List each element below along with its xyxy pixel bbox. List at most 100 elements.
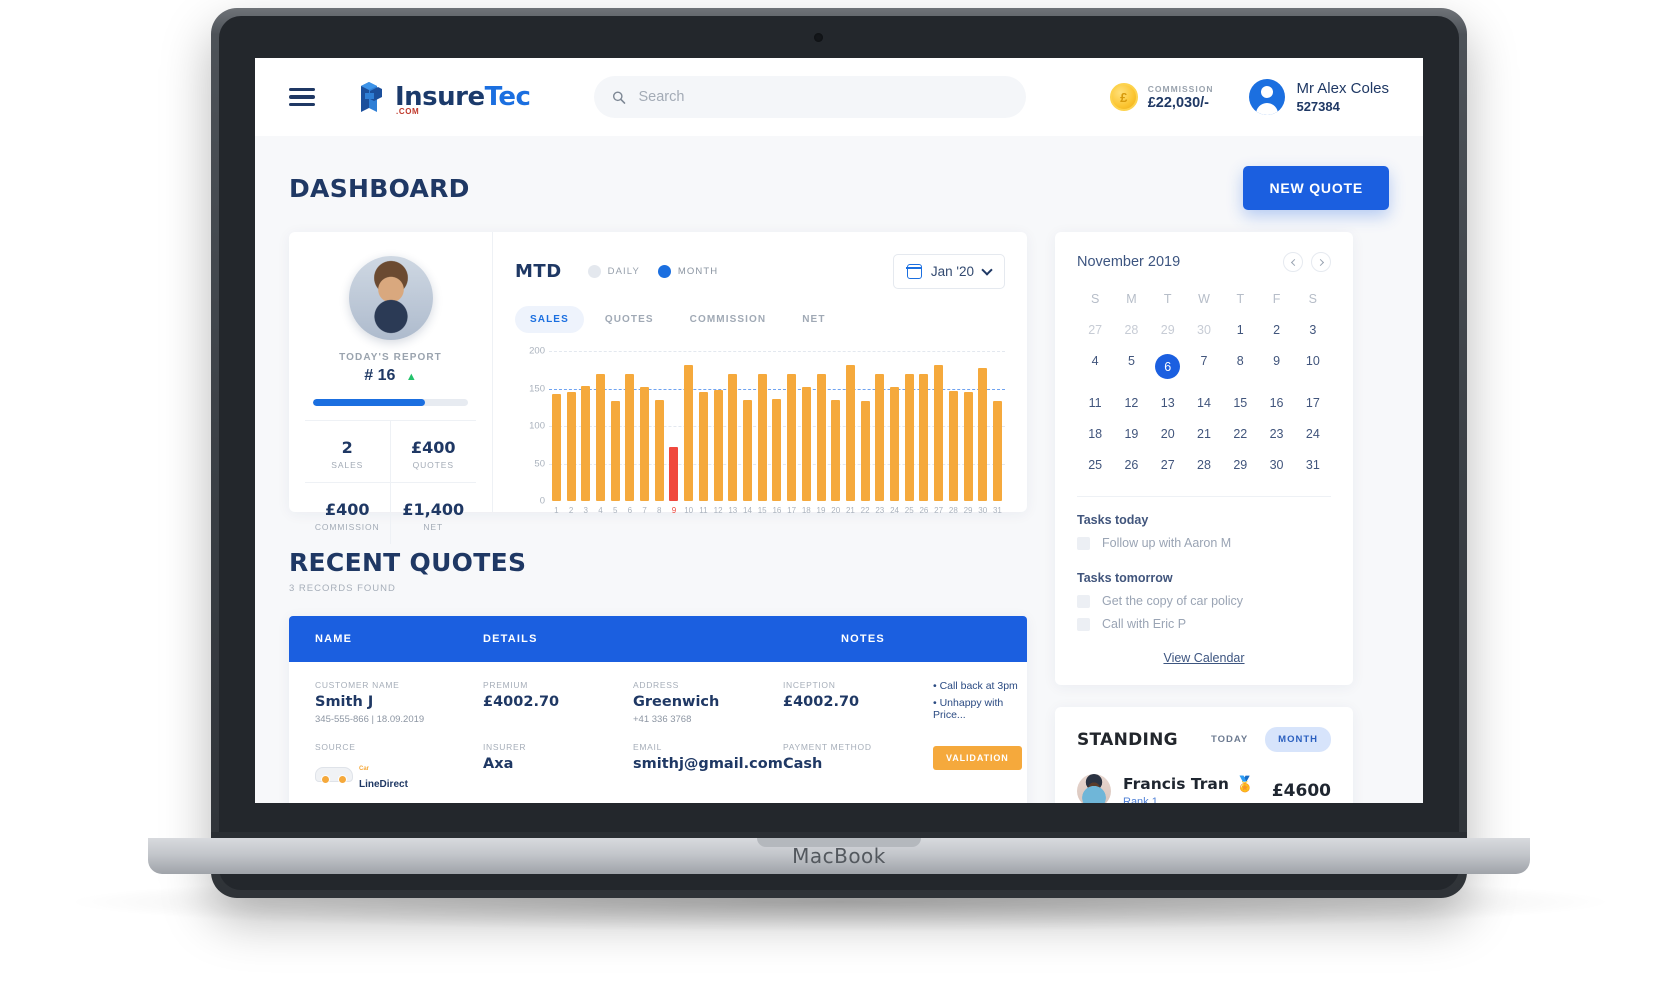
chart-bar[interactable] (640, 387, 650, 501)
chart-bar[interactable] (963, 392, 973, 501)
chart-bar-column[interactable] (667, 351, 682, 501)
chart-bar[interactable] (728, 373, 738, 501)
calendar-day[interactable]: 13 (1150, 392, 1186, 414)
chart-bar-column[interactable] (828, 351, 843, 501)
chart-bar[interactable] (890, 387, 900, 501)
calendar-day[interactable]: 12 (1113, 392, 1149, 414)
user-menu[interactable]: Mr Alex Coles 527384 (1249, 79, 1389, 115)
task-item[interactable]: Call with Eric P (1077, 617, 1331, 631)
chart-bar-column[interactable] (755, 351, 770, 501)
chart-bar[interactable] (742, 399, 752, 501)
calendar-day[interactable]: 18 (1077, 423, 1113, 445)
chart-bar[interactable] (831, 399, 841, 501)
chart-bar[interactable] (698, 391, 708, 501)
calendar-day[interactable]: 28 (1186, 454, 1222, 476)
commission-widget[interactable]: £ COMMISSION £22,030/- (1109, 83, 1214, 111)
calendar-day[interactable]: 31 (1295, 454, 1331, 476)
search-box[interactable] (594, 76, 1027, 118)
new-quote-button[interactable]: NEW QUOTE (1243, 166, 1389, 210)
calendar-day[interactable]: 6 (1150, 350, 1186, 383)
calendar-day[interactable]: 30 (1258, 454, 1294, 476)
chart-bar[interactable] (625, 373, 635, 501)
chart-bar-column[interactable] (784, 351, 799, 501)
chart-bar[interactable] (919, 373, 929, 501)
chart-bar[interactable] (551, 393, 561, 501)
chart-bar-column[interactable] (961, 351, 976, 501)
calendar-day[interactable]: 5 (1113, 350, 1149, 383)
chart-bar[interactable] (595, 374, 605, 501)
chart-bar-column[interactable] (990, 351, 1005, 501)
chart-bar-column[interactable] (843, 351, 858, 501)
chart-bar-column[interactable] (696, 351, 711, 501)
calendar-day[interactable]: 20 (1150, 423, 1186, 445)
calendar-day[interactable]: 10 (1295, 350, 1331, 383)
calendar-day[interactable]: 8 (1222, 350, 1258, 383)
chart-bar-column[interactable] (946, 351, 961, 501)
calendar-day[interactable]: 29 (1222, 454, 1258, 476)
chart-bar[interactable] (904, 373, 914, 501)
calendar-day[interactable]: 28 (1113, 319, 1149, 341)
chart-bar-column[interactable] (711, 351, 726, 501)
task-item[interactable]: Get the copy of car policy (1077, 594, 1331, 608)
calendar-day[interactable]: 17 (1295, 392, 1331, 414)
standing-toggle-today[interactable]: TODAY (1198, 727, 1261, 752)
chart-bar[interactable] (860, 400, 870, 501)
mtd-toggle-daily[interactable]: DAILY (587, 265, 640, 278)
chart-bar-column[interactable] (623, 351, 638, 501)
tab-sales[interactable]: SALES (515, 306, 584, 333)
chart-bar-column[interactable] (652, 351, 667, 501)
table-row[interactable]: CUSTOMER NAME Smith J 345-555-866 | 18.0… (289, 662, 1027, 803)
date-picker[interactable]: Jan '20 (892, 254, 1005, 289)
chart-bar-column[interactable] (681, 351, 696, 501)
calendar-day[interactable]: 30 (1186, 319, 1222, 341)
calendar-day[interactable]: 14 (1186, 392, 1222, 414)
calendar-day[interactable]: 15 (1222, 392, 1258, 414)
calendar-day[interactable]: 4 (1077, 350, 1113, 383)
calendar-day[interactable]: 3 (1295, 319, 1331, 341)
chart-bar-column[interactable] (931, 351, 946, 501)
chart-bar-column[interactable] (740, 351, 755, 501)
chart-bar-column[interactable] (814, 351, 829, 501)
chart-bar[interactable] (654, 399, 664, 501)
chart-bar-column[interactable] (799, 351, 814, 501)
chart-bar[interactable] (948, 390, 958, 501)
calendar-day[interactable]: 7 (1186, 350, 1222, 383)
calendar-day[interactable]: 25 (1077, 454, 1113, 476)
mtd-toggle-month[interactable]: MONTH (657, 265, 718, 278)
calendar-day[interactable]: 19 (1113, 423, 1149, 445)
chart-bar-column[interactable] (608, 351, 623, 501)
chart-bar-column[interactable] (593, 351, 608, 501)
chart-bar-column[interactable] (549, 351, 564, 501)
calendar-day[interactable]: 9 (1258, 350, 1294, 383)
calendar-day[interactable]: 27 (1150, 454, 1186, 476)
chevron-right-icon[interactable] (1311, 252, 1331, 272)
chart-bar[interactable] (934, 365, 944, 501)
app-logo[interactable]: InsureTec .COM (355, 77, 531, 117)
chart-bar[interactable] (875, 373, 885, 501)
calendar-day[interactable]: 22 (1222, 423, 1258, 445)
tab-quotes[interactable]: QUOTES (590, 306, 669, 333)
chart-bar-column[interactable] (872, 351, 887, 501)
tab-net[interactable]: NET (787, 306, 840, 333)
chart-bar-column[interactable] (637, 351, 652, 501)
chart-bar[interactable] (669, 447, 679, 501)
calendar-day[interactable]: 23 (1258, 423, 1294, 445)
tab-commission[interactable]: COMMISSION (675, 306, 782, 333)
chart-bar[interactable] (801, 387, 811, 501)
chart-bar-column[interactable] (902, 351, 917, 501)
chart-bar-column[interactable] (887, 351, 902, 501)
chart-bar[interactable] (566, 392, 576, 501)
calendar-day[interactable]: 27 (1077, 319, 1113, 341)
chart-bar[interactable] (581, 385, 591, 501)
chart-bar[interactable] (684, 365, 694, 501)
checkbox-icon[interactable] (1077, 536, 1090, 550)
chart-bar[interactable] (992, 401, 1002, 501)
chart-bar[interactable] (978, 367, 988, 501)
chart-bar-column[interactable] (578, 351, 593, 501)
chart-bar-column[interactable] (917, 351, 932, 501)
chart-bar[interactable] (816, 373, 826, 501)
chart-bar[interactable] (772, 399, 782, 501)
calendar-day[interactable]: 29 (1150, 319, 1186, 341)
calendar-day[interactable]: 2 (1258, 319, 1294, 341)
chart-bar[interactable] (787, 373, 797, 501)
